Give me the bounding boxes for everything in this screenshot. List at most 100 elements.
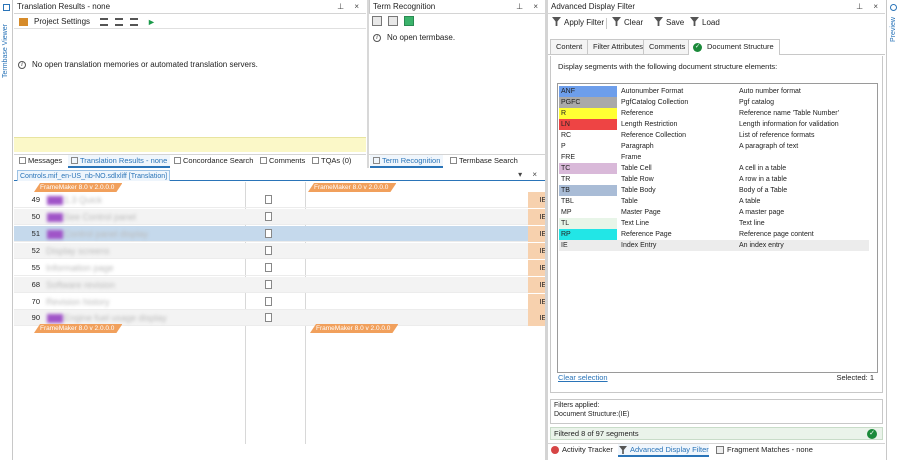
tab-comments[interactable]: Comments — [257, 155, 308, 168]
structure-item-r[interactable]: R Reference Reference name 'Table Number' — [559, 108, 869, 119]
tab-comments-filter[interactable]: Comments — [643, 39, 692, 54]
editor-doc-tabbar: Controls.mif_en-US_nb-NO.sdlxliff [Trans… — [14, 170, 545, 181]
segment-target-cell[interactable] — [320, 310, 527, 326]
segment-target-cell[interactable] — [320, 277, 527, 293]
document-icon — [265, 229, 272, 238]
segment-source-text[interactable]: Display screens — [46, 243, 258, 259]
load-filter-button[interactable]: Load — [690, 17, 720, 29]
main-splitter[interactable] — [545, 0, 548, 460]
copy-term-icon[interactable] — [388, 16, 399, 26]
structure-item-pgfc[interactable]: PGFC PgfCatalog Collection Pgf catalog — [559, 97, 869, 108]
preview-icon — [890, 4, 897, 11]
segment-target-cell[interactable] — [320, 243, 527, 259]
clear-selection-link[interactable]: Clear selection — [558, 373, 608, 382]
table-row[interactable]: 52 Display screens IE — [14, 243, 545, 259]
structure-item-tb[interactable]: TB Table Body Body of a Table — [559, 185, 869, 196]
tab-messages[interactable]: Messages — [16, 155, 65, 168]
segment-source-text[interactable]: 1.3 Quick — [46, 192, 258, 208]
search-term-icon[interactable] — [372, 16, 382, 26]
segment-source-text[interactable]: Software revision — [46, 277, 258, 293]
table-row[interactable]: 70 Revision history IE — [14, 294, 545, 310]
segment-source-text[interactable]: Engine fuel usage display — [46, 310, 258, 326]
structure-item-tr[interactable]: TR Table Row A row in a table — [559, 174, 869, 185]
clear-filter-button[interactable]: Clear — [612, 17, 643, 29]
structure-info-cell: IE — [528, 226, 545, 242]
structure-item-ie[interactable]: IE Index Entry An index entry — [559, 240, 869, 251]
structure-item-ln[interactable]: LN Length Restriction Length information f… — [559, 119, 869, 130]
structure-item-rc[interactable]: RC Reference Collection List of reference … — [559, 130, 869, 141]
project-settings-button[interactable]: Project Settings — [34, 17, 90, 27]
panel-pin-close-buttons[interactable]: ⊥ × — [337, 0, 363, 13]
segment-source-text[interactable]: See Control panel — [46, 209, 258, 225]
structure-description: A table — [739, 198, 761, 205]
panel-pin-close-buttons[interactable]: ⊥ × — [856, 0, 882, 13]
structure-item-fre[interactable]: FRE Frame — [559, 152, 869, 163]
segment-source-text[interactable]: Revision history — [46, 294, 258, 310]
tag-marker — [47, 314, 63, 324]
segment-target-cell[interactable] — [320, 260, 527, 276]
segment-source-text[interactable]: Control panel display — [46, 226, 258, 242]
structure-list: ANF Autonumber Format Auto number format PG… — [557, 83, 878, 373]
tab-content[interactable]: Content — [550, 39, 589, 54]
termbase-viewer-sidebar[interactable]: Termbase Viewer — [0, 0, 13, 460]
structure-info-cell: IE — [528, 192, 545, 208]
table-row[interactable]: 55 Information page IE — [14, 260, 545, 276]
structure-name: Reference — [621, 110, 654, 117]
project-settings-icon[interactable] — [19, 18, 28, 26]
tab-translation-results[interactable]: Translation Results - none — [68, 155, 171, 168]
structure-item-tbl[interactable]: TBL Table A table — [559, 196, 869, 207]
table-row[interactable]: 68 Software revision IE — [14, 277, 545, 293]
apply-filter-button[interactable]: Apply Filter — [552, 17, 604, 29]
mid-panel-tabs: Term Recognition Termbase Search — [369, 154, 545, 168]
segment-source-text[interactable]: Information page — [46, 260, 258, 276]
translation-results-footer — [14, 137, 366, 152]
structure-item-tc[interactable]: TC Table Cell A cell in a table — [559, 163, 869, 174]
table-row[interactable]: 50 See Control panel IE — [14, 209, 545, 225]
table-row[interactable]: 90 Engine fuel usage display IE — [14, 310, 545, 326]
doc-tab[interactable]: Controls.mif_en-US_nb-NO.sdlxliff [Trans… — [17, 170, 171, 181]
tab-term-recognition[interactable]: Term Recognition — [370, 155, 444, 168]
info-icon: i — [373, 33, 381, 42]
green-book-icon[interactable] — [404, 16, 415, 26]
list-view-icon[interactable] — [100, 18, 108, 26]
preview-label[interactable]: Preview — [890, 17, 897, 42]
structure-item-mp[interactable]: MP Master Page A master page — [559, 207, 869, 218]
list-view-icon-3[interactable] — [130, 18, 138, 26]
panel-pin-close-buttons[interactable]: ⊥ × — [516, 0, 542, 13]
termbase-viewer-label[interactable]: Termbase Viewer — [2, 24, 9, 78]
tab-termbase-search[interactable]: Termbase Search — [447, 155, 521, 168]
structure-description: Text line — [739, 220, 765, 227]
list-view-icon-2[interactable] — [115, 18, 123, 26]
filtered-status: Filtered 8 of 97 segments — [554, 429, 639, 438]
structure-name: Reference Page — [621, 231, 672, 238]
structure-item-rp[interactable]: RP Reference Page Reference page content — [559, 229, 869, 240]
structure-item-tl[interactable]: TL Text Line Text line — [559, 218, 869, 229]
structure-description: Body of a Table — [739, 187, 788, 194]
tab-tqas[interactable]: TQAs (0) — [309, 155, 354, 168]
tab-filter-attributes[interactable]: Filter Attributes — [587, 39, 650, 54]
table-row[interactable]: 49 1.3 Quick IE — [14, 192, 545, 208]
termbase-icon — [3, 4, 10, 11]
structure-item-p[interactable]: P Paragraph A paragraph of text — [559, 141, 869, 152]
save-filter-button[interactable]: Save — [654, 17, 684, 29]
document-icon — [265, 195, 272, 204]
tab-fragment-matches[interactable]: Fragment Matches - none — [716, 444, 813, 457]
preview-sidebar[interactable]: Preview — [886, 0, 900, 460]
table-row[interactable]: 51 Control panel display IE — [14, 226, 545, 242]
panel-divider[interactable] — [367, 0, 369, 168]
arrow-right-icon[interactable]: ► — [147, 17, 156, 27]
segment-number: 55 — [31, 263, 40, 272]
tab-concordance-search[interactable]: Concordance Search — [171, 155, 256, 168]
segment-target-cell[interactable] — [320, 209, 527, 225]
segment-target-cell[interactable] — [320, 226, 527, 242]
tab-advanced-display-filter[interactable]: Advanced Display Filter — [618, 444, 709, 457]
structure-name: Frame — [621, 154, 642, 161]
structure-item-anf[interactable]: ANF Autonumber Format Auto number format — [559, 86, 869, 97]
framemaker-tag-source-bottom: FrameMaker 8.0 v 2.0.0.0 — [34, 324, 122, 333]
segment-target-cell[interactable] — [320, 192, 527, 208]
doc-tab-close-buttons[interactable]: ▾ × — [518, 170, 541, 180]
translation-results-toolbar: Project Settings ► — [14, 15, 366, 29]
tab-activity-tracker[interactable]: Activity Tracker — [551, 444, 613, 457]
tab-document-structure[interactable]: ✓ Document Structure — [688, 39, 780, 55]
segment-target-cell[interactable] — [320, 294, 527, 310]
